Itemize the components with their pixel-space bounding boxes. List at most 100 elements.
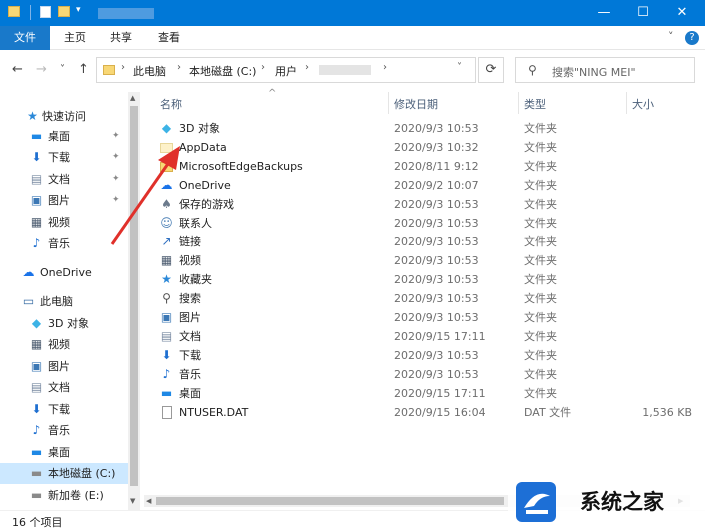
sidebar-item-label: 音乐	[48, 424, 70, 437]
sidebar-item[interactable]: ★ 快速访问	[0, 106, 128, 127]
sidebar-item[interactable]: ▭ 此电脑	[0, 291, 128, 312]
file-row[interactable]: NTUSER.DAT 2020/9/15 16:04 DAT 文件 1,536 KB	[144, 403, 705, 422]
chevron-right-icon[interactable]: ›	[261, 62, 265, 73]
file-name: 图片	[179, 311, 201, 324]
file-row[interactable]: AppData 2020/9/3 10:32 文件夹	[144, 138, 705, 157]
back-button[interactable]: ←	[12, 62, 23, 77]
column-divider[interactable]	[626, 92, 627, 114]
file-name: 桌面	[179, 386, 201, 400]
file-row[interactable]: ★ 收藏夹 2020/9/3 10:53 文件夹	[144, 270, 705, 289]
file-date: 2020/9/3 10:53	[394, 292, 479, 306]
tab-file[interactable]: 文件	[0, 26, 50, 50]
help-icon[interactable]: ?	[685, 31, 699, 45]
search-input[interactable]: ⚲ 搜索"NING MEI"	[515, 57, 695, 83]
scroll-up-icon[interactable]: ▲	[130, 94, 135, 102]
file-row[interactable]: ↗ 链接 2020/9/3 10:53 文件夹	[144, 232, 705, 251]
sidebar-item-label: 本地磁盘 (C:)	[48, 467, 116, 480]
sidebar-item[interactable]: ⬇ 下载 ✦	[0, 147, 128, 168]
address-bar[interactable]: › 此电脑 › 本地磁盘 (C:) › 用户 › › ˅	[96, 57, 476, 83]
sidebar-item[interactable]: ☁ OneDrive	[0, 262, 128, 283]
sidebar-item[interactable]: ▬ 桌面 ✦	[0, 126, 128, 147]
refresh-button[interactable]: ⟳	[478, 57, 504, 83]
file-name: 音乐	[179, 367, 201, 381]
folder-icon	[103, 65, 115, 75]
breadcrumb-local-disk[interactable]: 本地磁盘 (C:)	[189, 63, 256, 79]
ribbon: 文件 主页 共享 查看 ˅ ?	[0, 26, 705, 50]
file-name: NTUSER.DAT	[179, 405, 249, 419]
file-name: MicrosoftEdgeBackups	[179, 159, 303, 173]
file-type: 文件夹	[524, 140, 557, 154]
column-divider[interactable]	[518, 92, 519, 114]
properties-icon[interactable]	[40, 6, 51, 18]
breadcrumb-this-pc[interactable]: 此电脑	[133, 63, 166, 79]
sidebar-item-label: 3D 对象	[48, 317, 89, 330]
chevron-right-icon[interactable]: ›	[177, 62, 181, 73]
address-dropdown-icon[interactable]: ˅	[457, 62, 462, 73]
sidebar-item[interactable]: ◆ 3D 对象	[0, 313, 128, 334]
sidebar-item[interactable]: ▤ 文档	[0, 377, 128, 398]
file-row[interactable]: ♠ 保存的游戏 2020/9/3 10:53 文件夹	[144, 195, 705, 214]
chevron-right-icon[interactable]: ›	[121, 62, 125, 73]
chevron-right-icon[interactable]: ›	[305, 62, 309, 73]
scrollbar-thumb[interactable]	[156, 497, 504, 505]
sidebar-item[interactable]: ▬ 本地磁盘 (C:)	[0, 463, 128, 484]
file-date: 2020/9/3 10:53	[394, 273, 479, 287]
up-button[interactable]: ↑	[78, 62, 89, 77]
sidebar-item[interactable]: ▬ 桌面	[0, 442, 128, 463]
sidebar-item[interactable]: ▣ 图片	[0, 356, 128, 377]
column-type[interactable]: 类型	[524, 96, 546, 112]
column-divider[interactable]	[388, 92, 389, 114]
file-row[interactable]: ▦ 视频 2020/9/3 10:53 文件夹	[144, 251, 705, 270]
column-date[interactable]: 修改日期	[394, 96, 438, 112]
scroll-down-icon[interactable]: ▼	[130, 497, 135, 505]
divider	[30, 5, 31, 20]
sidebar-item[interactable]: ▦ 视频	[0, 212, 128, 233]
file-row[interactable]: ♪ 音乐 2020/9/3 10:53 文件夹	[144, 365, 705, 384]
scroll-left-icon[interactable]: ◀	[146, 497, 151, 505]
sidebar-item[interactable]: ⬇ 下载	[0, 399, 128, 420]
music-icon: ♪	[32, 423, 41, 437]
file-row[interactable]: ▤ 文档 2020/9/15 17:11 文件夹	[144, 327, 705, 346]
breadcrumb-users[interactable]: 用户	[275, 63, 297, 79]
file-date: 2020/9/2 10:07	[394, 178, 479, 192]
sidebar-item[interactable]: ▦ 视频	[0, 334, 128, 355]
sidebar-item-label: 文档	[48, 173, 70, 186]
file-row[interactable]: MicrosoftEdgeBackups 2020/8/11 9:12 文件夹	[144, 157, 705, 176]
column-size[interactable]: 大小	[632, 96, 654, 112]
chevron-right-icon[interactable]: ›	[383, 62, 387, 73]
file-row[interactable]: ◆ 3D 对象 2020/9/3 10:53 文件夹	[144, 119, 705, 138]
file-icon	[160, 405, 173, 419]
file-row[interactable]: ⬇ 下载 2020/9/3 10:53 文件夹	[144, 346, 705, 365]
appdata-folder-icon	[160, 142, 173, 153]
file-date: 2020/9/3 10:53	[394, 197, 479, 211]
file-type: 文件夹	[524, 348, 557, 362]
close-button[interactable]: ✕	[659, 0, 705, 26]
tab-share[interactable]: 共享	[110, 26, 132, 50]
sidebar-item[interactable]: ▣ 图片 ✦	[0, 190, 128, 211]
customize-toolbar-icon[interactable]: ▾	[76, 5, 81, 15]
appdata-folder-icon	[160, 141, 173, 154]
file-row[interactable]: ▣ 图片 2020/9/3 10:53 文件夹	[144, 308, 705, 327]
forward-button[interactable]: →	[36, 62, 47, 77]
file-row[interactable]: ▬ 桌面 2020/9/15 17:11 文件夹	[144, 384, 705, 403]
sidebar-item[interactable]: ▬ 新加卷 (E:)	[0, 485, 128, 506]
breadcrumb-user-redacted[interactable]	[319, 65, 371, 75]
tab-home[interactable]: 主页	[64, 26, 86, 50]
tab-view[interactable]: 查看	[158, 26, 180, 50]
file-type: 文件夹	[524, 122, 557, 135]
recent-locations-button[interactable]: ˅	[60, 64, 65, 75]
column-name[interactable]: 名称	[160, 96, 182, 112]
sidebar-item-label: 音乐	[48, 237, 70, 250]
sidebar-item[interactable]: ▤ 文档 ✦	[0, 169, 128, 190]
file-row[interactable]: ⚲ 搜索 2020/9/3 10:53 文件夹	[144, 289, 705, 308]
sidebar-item[interactable]: ♪ 音乐	[0, 233, 128, 254]
scrollbar-thumb[interactable]	[130, 106, 138, 486]
sidebar-item[interactable]: ♪ 音乐	[0, 420, 128, 441]
new-folder-icon[interactable]	[58, 6, 70, 17]
file-row[interactable]: ☺ 联系人 2020/9/3 10:53 文件夹	[144, 214, 705, 233]
file-date: 2020/9/3 10:53	[394, 254, 479, 268]
expand-ribbon-icon[interactable]: ˅	[668, 30, 674, 43]
file-row[interactable]: ☁ OneDrive 2020/9/2 10:07 文件夹	[144, 176, 705, 195]
navigation-scrollbar[interactable]: ▲ ▼	[128, 92, 140, 510]
file-date: 2020/9/3 10:53	[394, 235, 479, 249]
